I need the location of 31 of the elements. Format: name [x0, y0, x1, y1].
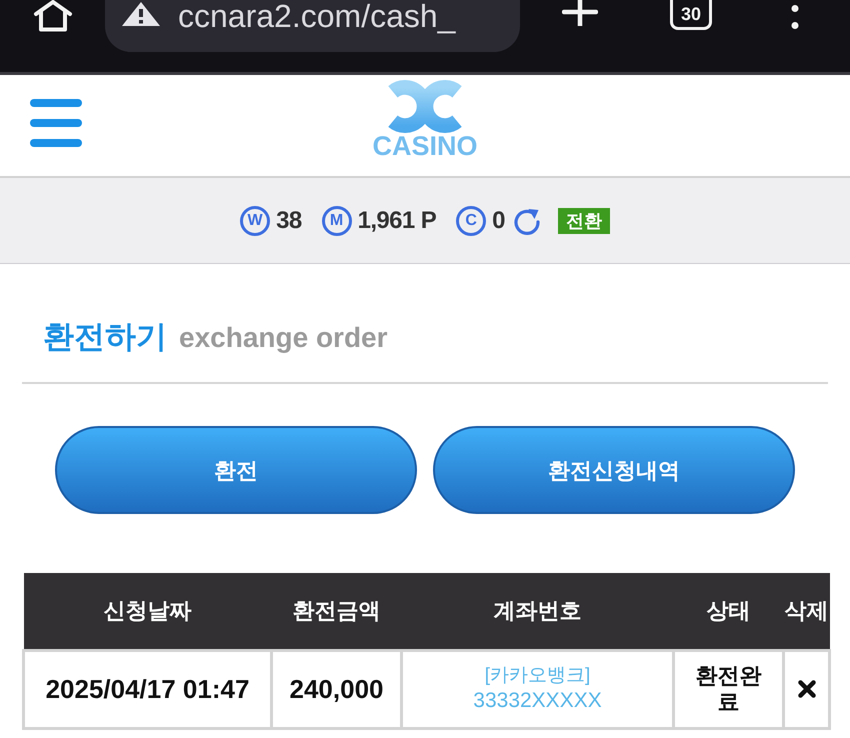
action-button[interactable]: 환전신청내역 — [433, 426, 795, 514]
balance-value: 38 — [276, 206, 302, 236]
cross-icon[interactable] — [798, 680, 816, 698]
logo-text: CASINO — [372, 133, 478, 160]
section-subtitle: exchange order — [179, 320, 388, 355]
table-cell: 환전완료 — [674, 650, 784, 728]
bank-name: [카카오뱅크] — [484, 664, 590, 688]
convert-button[interactable]: 전환 — [558, 208, 610, 234]
balance-value: 0 — [492, 206, 505, 236]
address-bar[interactable]: ccnara2.com/cash_ — [105, 0, 520, 52]
warning-icon — [122, 2, 160, 26]
section-title: 환전하기 — [43, 318, 167, 356]
refresh-icon[interactable] — [512, 206, 541, 234]
column-header: 환전금액 — [272, 573, 402, 650]
currency-icon: W — [240, 206, 270, 236]
column-header: 상태 — [674, 573, 784, 650]
currency-icon: M — [322, 206, 352, 236]
table-cell: 240,000 — [272, 650, 402, 728]
plus-icon[interactable] — [562, 0, 598, 26]
menu-icon[interactable] — [30, 98, 82, 146]
table-cell: 2025/04/17 01:47 — [24, 650, 272, 728]
column-header: 계좌번호 — [402, 573, 674, 650]
action-button[interactable]: 환전 — [55, 426, 417, 514]
tab-count-button[interactable]: 30 — [670, 0, 712, 30]
balance-value: 1,961 P — [358, 206, 436, 236]
url-text: ccnara2.com/cash_ — [178, 0, 456, 32]
column-header: 신청날짜 — [24, 573, 272, 650]
home-icon[interactable] — [33, 0, 73, 32]
column-header: 삭제 — [784, 573, 830, 650]
account-number: 33332XXXXX — [473, 688, 602, 714]
currency-icon: C — [456, 206, 486, 236]
